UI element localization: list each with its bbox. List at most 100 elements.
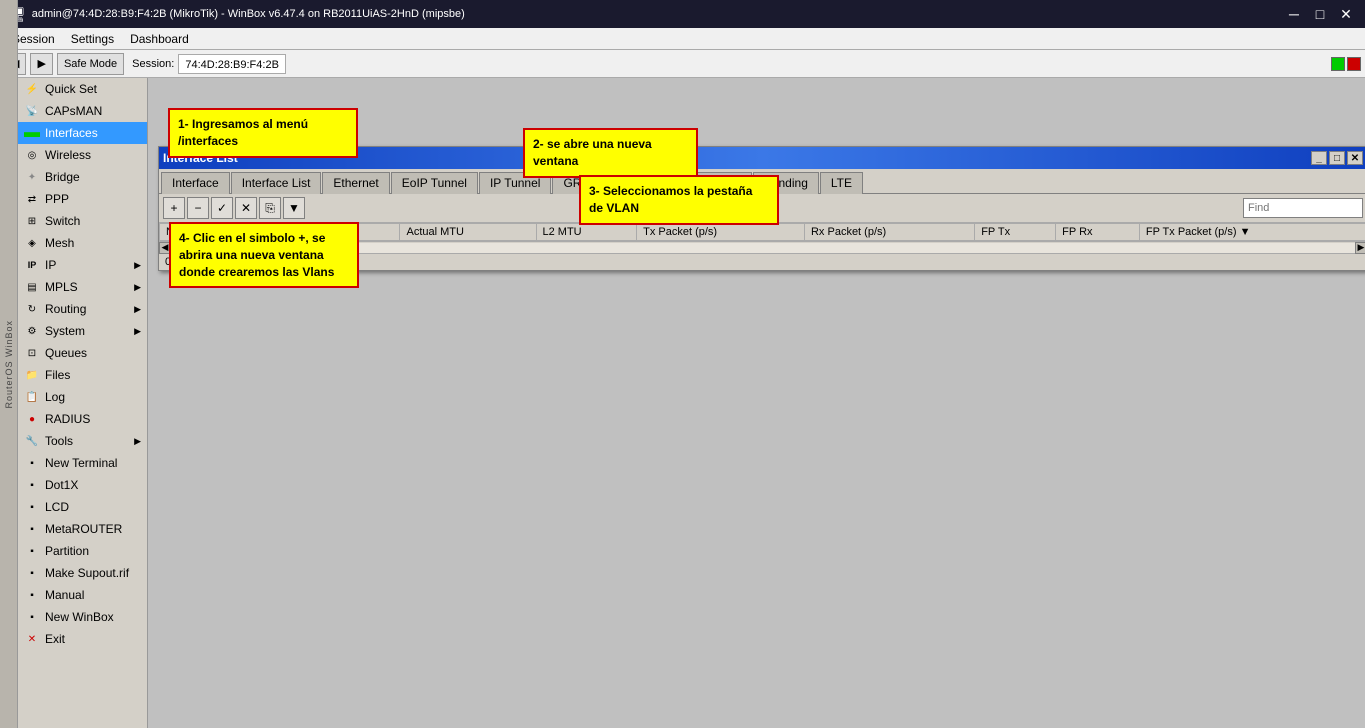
iw-close-button[interactable]: ✕ <box>1347 151 1363 165</box>
close-button[interactable]: ✕ <box>1335 5 1357 23</box>
sidebar-item-ip[interactable]: IP IP ▶ <box>18 254 147 276</box>
sidebar-label-mpls: MPLS <box>45 280 78 294</box>
scroll-right-button[interactable]: ▶ <box>1355 242 1365 254</box>
interface-window-controls: _ □ ✕ <box>1311 151 1363 165</box>
sidebar-label-metarouter: MetaROUTER <box>45 522 122 536</box>
sidebar-item-interfaces[interactable]: ▬ Interfaces <box>18 122 147 144</box>
sidebar-label-dot1x: Dot1X <box>45 478 78 492</box>
sidebar-label-quick-set: Quick Set <box>45 82 97 96</box>
iw-maximize-button[interactable]: □ <box>1329 151 1345 165</box>
copy-button[interactable]: ⎘ <box>259 197 281 219</box>
disable-button[interactable]: ✕ <box>235 197 257 219</box>
dot1x-icon: ▪ <box>24 477 40 493</box>
interface-window: Interface List _ □ ✕ Interface Interface… <box>158 146 1365 271</box>
col-fp-tx[interactable]: FP Tx <box>975 224 1056 241</box>
tools-arrow: ▶ <box>134 436 141 447</box>
col-fp-rx[interactable]: FP Rx <box>1056 224 1140 241</box>
tab-eoip-tunnel[interactable]: EoIP Tunnel <box>391 172 478 194</box>
remove-button[interactable]: − <box>187 197 209 219</box>
radius-icon: ● <box>24 411 40 427</box>
col-fp-tx-packet[interactable]: FP Tx Packet (p/s) ▼ <box>1139 224 1365 241</box>
system-arrow: ▶ <box>134 326 141 337</box>
sidebar-label-ip: IP <box>45 258 56 272</box>
ppp-icon: ⇄ <box>24 191 40 207</box>
annotation-box-3: 3- Seleccionamos la pestaña de VLAN <box>579 175 779 225</box>
sidebar-item-mpls[interactable]: ▤ MPLS ▶ <box>18 276 147 298</box>
ip-arrow: ▶ <box>134 260 141 271</box>
make-supout-icon: ▪ <box>24 565 40 581</box>
sidebar-item-new-terminal[interactable]: ▪ New Terminal <box>18 452 147 474</box>
col-l2-mtu[interactable]: L2 MTU <box>536 224 637 241</box>
sidebar-item-files[interactable]: 📁 Files <box>18 364 147 386</box>
routeros-label: RouterOS WinBox <box>0 0 18 728</box>
tab-interface[interactable]: Interface <box>161 172 230 194</box>
sidebar-item-exit[interactable]: ✕ Exit <box>18 628 147 650</box>
col-actual-mtu[interactable]: Actual MTU <box>400 224 536 241</box>
bridge-icon: ✦ <box>24 169 40 185</box>
menu-settings[interactable]: Settings <box>63 30 122 48</box>
content-area: 1- Ingresamos al menú /interfaces 2- se … <box>148 78 1365 728</box>
system-icon: ⚙ <box>24 323 40 339</box>
sidebar-label-make-supout: Make Supout.rif <box>45 566 129 580</box>
sidebar-item-bridge[interactable]: ✦ Bridge <box>18 166 147 188</box>
col-tx-packet[interactable]: Tx Packet (p/s) <box>637 224 805 241</box>
sidebar-label-new-winbox: New WinBox <box>45 610 114 624</box>
maximize-button[interactable]: □ <box>1309 5 1331 23</box>
add-button[interactable]: + <box>163 197 185 219</box>
sidebar-item-make-supout[interactable]: ▪ Make Supout.rif <box>18 562 147 584</box>
minimize-button[interactable]: ─ <box>1283 5 1305 23</box>
sidebar-item-switch[interactable]: ⊞ Switch <box>18 210 147 232</box>
tab-ethernet[interactable]: Ethernet <box>322 172 389 194</box>
sidebar-label-system: System <box>45 324 85 338</box>
menu-dashboard[interactable]: Dashboard <box>122 30 197 48</box>
sidebar-label-partition: Partition <box>45 544 89 558</box>
sidebar-item-ppp[interactable]: ⇄ PPP <box>18 188 147 210</box>
sidebar-item-new-winbox[interactable]: ▪ New WinBox <box>18 606 147 628</box>
sidebar-item-capsman[interactable]: 📡 CAPsMAN <box>18 100 147 122</box>
sidebar-label-mesh: Mesh <box>45 236 74 250</box>
find-input[interactable] <box>1243 198 1363 218</box>
sidebar-label-switch: Switch <box>45 214 80 228</box>
manual-icon: ▪ <box>24 587 40 603</box>
sidebar-item-mesh[interactable]: ◈ Mesh <box>18 232 147 254</box>
sidebar-item-metarouter[interactable]: ▪ MetaROUTER <box>18 518 147 540</box>
sidebar: ⚡ Quick Set 📡 CAPsMAN ▬ Interfaces ◎ Wir… <box>18 78 148 728</box>
sidebar-label-lcd: LCD <box>45 500 69 514</box>
enable-button[interactable]: ✓ <box>211 197 233 219</box>
sidebar-item-routing[interactable]: ↻ Routing ▶ <box>18 298 147 320</box>
sidebar-item-queues[interactable]: ⊡ Queues <box>18 342 147 364</box>
title-bar: 🖥 admin@74:4D:28:B9:F4:2B (MikroTik) - W… <box>0 0 1365 28</box>
sidebar-item-lcd[interactable]: ▪ LCD <box>18 496 147 518</box>
tab-lte[interactable]: LTE <box>820 172 863 194</box>
sidebar-item-quick-set[interactable]: ⚡ Quick Set <box>18 78 147 100</box>
iw-minimize-button[interactable]: _ <box>1311 151 1327 165</box>
wireless-icon: ◎ <box>24 147 40 163</box>
sidebar-item-dot1x[interactable]: ▪ Dot1X <box>18 474 147 496</box>
col-rx-packet[interactable]: Rx Packet (p/s) <box>804 224 974 241</box>
switch-icon: ⊞ <box>24 213 40 229</box>
forward-button[interactable]: ▶ <box>30 53 52 75</box>
sidebar-item-tools[interactable]: 🔧 Tools ▶ <box>18 430 147 452</box>
sidebar-item-manual[interactable]: ▪ Manual <box>18 584 147 606</box>
sidebar-label-wireless: Wireless <box>45 148 91 162</box>
routing-arrow: ▶ <box>134 304 141 315</box>
safemode-button[interactable]: Safe Mode <box>57 53 124 75</box>
tools-icon: 🔧 <box>24 433 40 449</box>
sidebar-item-radius[interactable]: ● RADIUS <box>18 408 147 430</box>
sidebar-label-files: Files <box>45 368 70 382</box>
sidebar-item-wireless[interactable]: ◎ Wireless <box>18 144 147 166</box>
mpls-arrow: ▶ <box>134 282 141 293</box>
sidebar-item-log[interactable]: 📋 Log <box>18 386 147 408</box>
sidebar-item-system[interactable]: ⚙ System ▶ <box>18 320 147 342</box>
filter-button[interactable]: ▼ <box>283 197 305 219</box>
sidebar-label-capsman: CAPsMAN <box>45 104 102 118</box>
mpls-icon: ▤ <box>24 279 40 295</box>
exit-icon: ✕ <box>24 631 40 647</box>
routing-icon: ↻ <box>24 301 40 317</box>
tab-interface-list[interactable]: Interface List <box>231 172 322 194</box>
sidebar-item-partition[interactable]: ▪ Partition <box>18 540 147 562</box>
sidebar-label-ppp: PPP <box>45 192 69 206</box>
new-terminal-icon: ▪ <box>24 455 40 471</box>
routeros-label-text: RouterOS WinBox <box>4 320 14 409</box>
lcd-icon: ▪ <box>24 499 40 515</box>
